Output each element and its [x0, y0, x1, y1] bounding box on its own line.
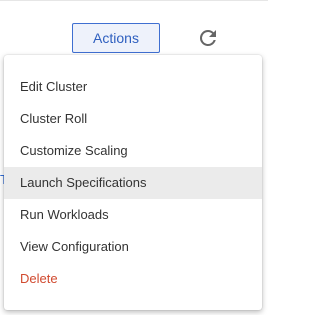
menu-item-customize-scaling[interactable]: Customize Scaling: [4, 135, 262, 167]
menu-item-cluster-roll[interactable]: Cluster Roll: [4, 103, 262, 135]
actions-button[interactable]: Actions: [72, 23, 160, 53]
actions-dropdown-menu: Edit Cluster Cluster Roll Customize Scal…: [4, 55, 262, 310]
menu-item-edit-cluster[interactable]: Edit Cluster: [4, 71, 262, 103]
menu-item-view-configuration[interactable]: View Configuration: [4, 231, 262, 263]
page: Actions T Edit Cluster Cluster Roll Cust…: [0, 0, 268, 315]
menu-item-launch-specifications[interactable]: Launch Specifications: [4, 167, 262, 199]
menu-item-run-workloads[interactable]: Run Workloads: [4, 199, 262, 231]
refresh-icon[interactable]: [196, 26, 220, 50]
menu-item-delete[interactable]: Delete: [4, 263, 262, 295]
top-divider: [0, 0, 268, 1]
